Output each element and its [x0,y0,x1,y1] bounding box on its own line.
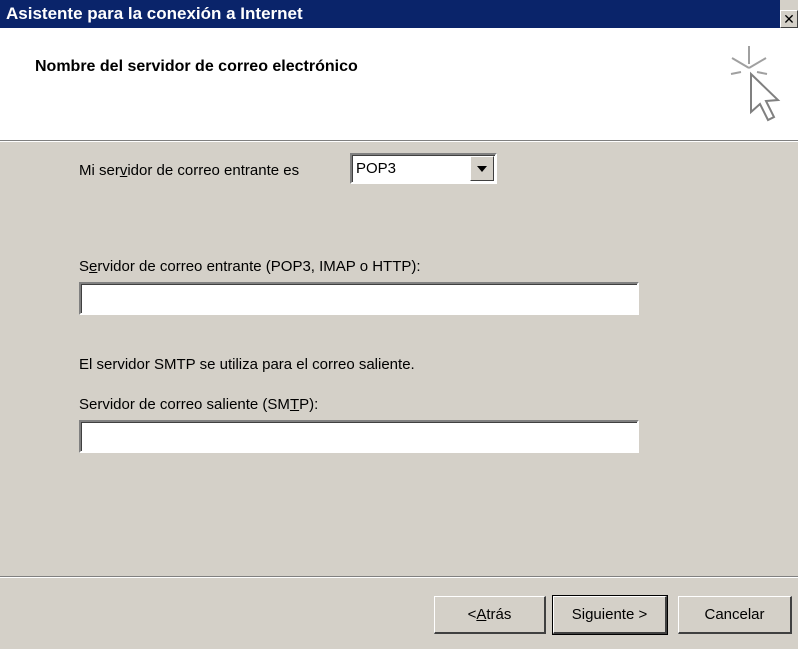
outgoing-server-input[interactable] [81,422,637,451]
incoming-type-value: POP3 [356,160,397,177]
title-bar: Asistente para la conexión a Internet [0,0,780,28]
close-icon: ✕ [783,11,795,27]
smtp-info-text: El servidor SMTP se utiliza para el corr… [79,356,415,373]
outgoing-server-label: Servidor de correo saliente (SMTP): [79,396,319,413]
header-separator [0,140,798,142]
incoming-type-select[interactable]: POP3 [350,153,497,184]
wizard-header: Nombre del servidor de correo electrónic… [0,28,798,140]
close-button[interactable]: ✕ [780,10,798,28]
outgoing-server-field[interactable] [79,420,639,453]
page-title: Nombre del servidor de correo electrónic… [35,58,358,75]
window-title: Asistente para la conexión a Internet [6,4,303,23]
incoming-type-label: Mi servidor de correo entrante es [79,162,300,179]
incoming-server-label: Servidor de correo entrante (POP3, IMAP … [79,258,421,275]
incoming-server-input[interactable] [81,284,637,313]
cancel-button[interactable]: Cancelar [678,596,792,634]
footer-separator [0,576,798,578]
chevron-down-icon[interactable] [470,156,494,181]
incoming-server-field[interactable] [79,282,639,315]
back-button[interactable]: < Atrás [434,596,546,634]
next-button[interactable]: Siguiente > [552,595,668,635]
wizard-cursor-icon [730,46,781,122]
